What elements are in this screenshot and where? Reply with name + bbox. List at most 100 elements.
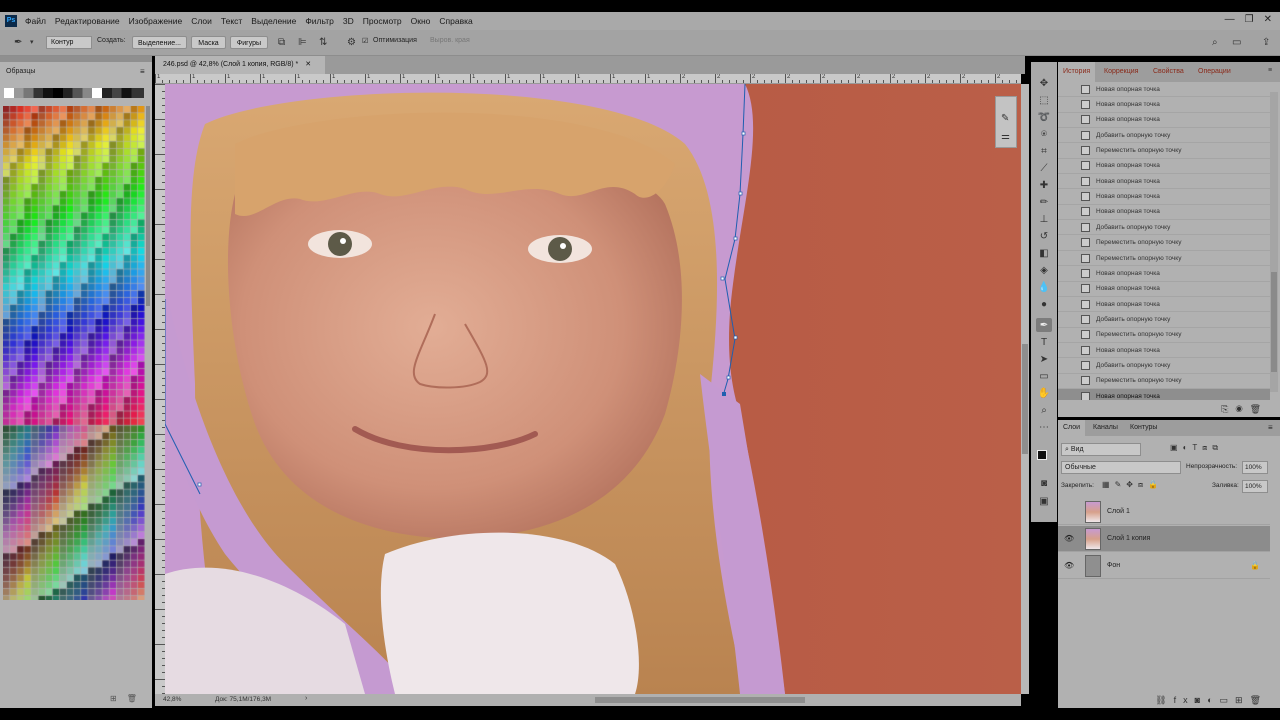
restore-icon[interactable]: ❐	[1245, 14, 1254, 25]
tab-channels[interactable]: Каналы	[1093, 424, 1118, 431]
history-item[interactable]: Новая опорная точка	[1058, 113, 1270, 129]
eye-icon[interactable]: 👁	[1064, 534, 1074, 543]
shape-filter-icon[interactable]: ⧈	[1202, 443, 1212, 452]
swatches-tab[interactable]: Образцы	[6, 68, 35, 75]
layer-filter-select[interactable]: ⌕ Вид	[1061, 443, 1141, 456]
more-tools-icon[interactable]: ⋯	[1036, 420, 1052, 434]
history-item[interactable]: Новая опорная точка	[1058, 189, 1270, 205]
adjustment-filter-icon[interactable]: ◐	[1183, 443, 1193, 452]
history-item[interactable]: Новая опорная точка	[1058, 389, 1270, 400]
layer-row-fon[interactable]: 👁 Фон 🔒	[1058, 553, 1270, 579]
menu-edit[interactable]: Редактирование	[55, 16, 120, 26]
history-item[interactable]: Новая опорная точка	[1058, 282, 1270, 297]
trash-icon[interactable]: 🗑	[1250, 404, 1268, 414]
history-item[interactable]: Добавить опорную точку	[1058, 312, 1270, 328]
history-item[interactable]: Переместить опорную точку	[1058, 328, 1270, 343]
lasso-tool-icon[interactable]: ➰	[1036, 110, 1052, 124]
lock-transparent-icon[interactable]: ▦	[1102, 480, 1115, 489]
layer-row-sloy1-kopiya[interactable]: 👁 Слой 1 копия	[1058, 526, 1270, 552]
selection-button[interactable]: Выделение...	[132, 36, 187, 49]
lock-position-icon[interactable]: ✥	[1126, 480, 1138, 489]
document-canvas[interactable]: ✎ ⚌	[165, 84, 1021, 694]
path-alignment-icon[interactable]: ⊫	[298, 38, 307, 48]
eraser-tool-icon[interactable]: ◧	[1036, 246, 1052, 260]
share-icon[interactable]: ⇪	[1262, 38, 1270, 48]
panel-menu-icon[interactable]: ≡	[140, 67, 145, 76]
history-item[interactable]: Переместить опорную точку	[1058, 236, 1270, 251]
zoom-level[interactable]: 42,8%	[163, 696, 181, 703]
link-layers-icon[interactable]: ⛓	[1155, 695, 1173, 705]
history-item[interactable]: Переместить опорную точку	[1058, 374, 1270, 389]
history-item[interactable]: Добавить опорную точку	[1058, 128, 1270, 144]
menu-view[interactable]: Просмотр	[363, 16, 402, 26]
path-arrangement-icon[interactable]: ⇅	[319, 38, 327, 48]
close-tab-icon[interactable]: ✕	[305, 61, 311, 68]
history-brush-tool-icon[interactable]: ↺	[1036, 229, 1052, 243]
layer-row-sloy1[interactable]: Слой 1	[1058, 499, 1270, 525]
menu-layer[interactable]: Слои	[191, 16, 212, 26]
swatch-grid[interactable]	[3, 106, 145, 600]
tab-actions[interactable]: Операции	[1198, 68, 1231, 75]
canvas-vertical-scrollbar[interactable]	[1021, 84, 1029, 694]
lock-pixels-icon[interactable]: ✎	[1115, 480, 1127, 489]
trash-icon[interactable]: 🗑	[1250, 695, 1268, 705]
menu-window[interactable]: Окно	[411, 16, 431, 26]
new-group-icon[interactable]: ▭	[1220, 695, 1236, 705]
eye-icon[interactable]: 👁	[1064, 561, 1074, 570]
new-layer-icon[interactable]: ⊞	[1235, 695, 1250, 705]
document-tab[interactable]: 246.psd @ 42,8% (Слой 1 копия, RGB/8) * …	[155, 56, 325, 74]
history-item[interactable]: Новая опорная точка	[1058, 343, 1270, 359]
chevron-down-icon[interactable]: ▾	[30, 38, 34, 48]
close-icon[interactable]: ✕	[1264, 14, 1272, 25]
clone-stamp-tool-icon[interactable]: ⊥	[1036, 212, 1052, 226]
camera-icon[interactable]: ◉	[1235, 404, 1249, 414]
menu-image[interactable]: Изображение	[129, 16, 183, 26]
lock-artboard-icon[interactable]: ⧈	[1138, 480, 1148, 489]
crop-tool-icon[interactable]: ⌗	[1036, 144, 1052, 158]
tab-layers[interactable]: Слои	[1058, 420, 1086, 436]
menu-3d[interactable]: 3D	[343, 16, 354, 26]
tab-paths[interactable]: Контуры	[1130, 424, 1157, 431]
dodge-tool-icon[interactable]: ●	[1036, 297, 1052, 311]
new-document-from-state-icon[interactable]: ⎘	[1221, 404, 1235, 414]
history-item[interactable]: Новая опорная точка	[1058, 297, 1270, 313]
history-item[interactable]: Добавить опорную точку	[1058, 358, 1270, 374]
rectangle-tool-icon[interactable]: ▭	[1036, 369, 1052, 383]
menu-file[interactable]: Файл	[25, 16, 46, 26]
shape-button[interactable]: Фигуры	[230, 36, 268, 49]
mask-button[interactable]: Маска	[191, 36, 226, 49]
history-item[interactable]: Новая опорная точка	[1058, 97, 1270, 113]
new-swatch-icon[interactable]: ⊞	[110, 694, 127, 703]
menu-filter[interactable]: Фильтр	[305, 16, 334, 26]
brush-preset-icon[interactable]: ✎	[1001, 113, 1009, 124]
scrollbar-thumb[interactable]	[1022, 344, 1028, 454]
fx-icon[interactable]: fx	[1174, 695, 1195, 705]
workspace-icon[interactable]: ▭	[1232, 38, 1241, 48]
quick-selection-tool-icon[interactable]: ⍟	[1036, 127, 1052, 141]
swatches-scrollbar[interactable]	[146, 106, 150, 306]
document-info[interactable]: Док: 75,1M/176,3M	[215, 696, 271, 703]
image-filter-icon[interactable]: ▣	[1170, 443, 1183, 452]
history-item[interactable]: Переместить опорную точку	[1058, 251, 1270, 267]
history-item[interactable]: Добавить опорную точку	[1058, 220, 1270, 236]
healing-brush-tool-icon[interactable]: ✚	[1036, 178, 1052, 192]
tab-history[interactable]: История	[1058, 62, 1096, 82]
add-mask-icon[interactable]: ◙	[1195, 695, 1207, 705]
brush-tool-icon[interactable]: ✏	[1036, 195, 1052, 209]
history-item[interactable]: Новая опорная точка	[1058, 266, 1270, 282]
panel-menu-icon[interactable]: ≡	[1268, 423, 1273, 432]
panel-menu-icon[interactable]: ≡	[1268, 67, 1272, 74]
pen-tool-preset-icon[interactable]: ✒	[14, 38, 22, 48]
optimize-checkbox[interactable]: ☑	[362, 37, 368, 45]
menu-help[interactable]: Справка	[439, 16, 472, 26]
menu-type[interactable]: Текст	[221, 16, 242, 26]
move-tool-icon[interactable]: ✥	[1036, 76, 1052, 90]
blur-tool-icon[interactable]: 💧	[1036, 280, 1052, 294]
history-item[interactable]: Новая опорная точка	[1058, 82, 1270, 98]
smart-object-filter-icon[interactable]: ⧉	[1212, 443, 1223, 452]
layer-name[interactable]: Слой 1 копия	[1107, 535, 1150, 542]
gear-icon[interactable]: ⚙	[347, 38, 356, 48]
search-icon[interactable]: ⌕	[1212, 38, 1218, 48]
history-item[interactable]: Новая опорная точка	[1058, 174, 1270, 190]
lock-all-icon[interactable]: 🔒	[1148, 480, 1163, 489]
